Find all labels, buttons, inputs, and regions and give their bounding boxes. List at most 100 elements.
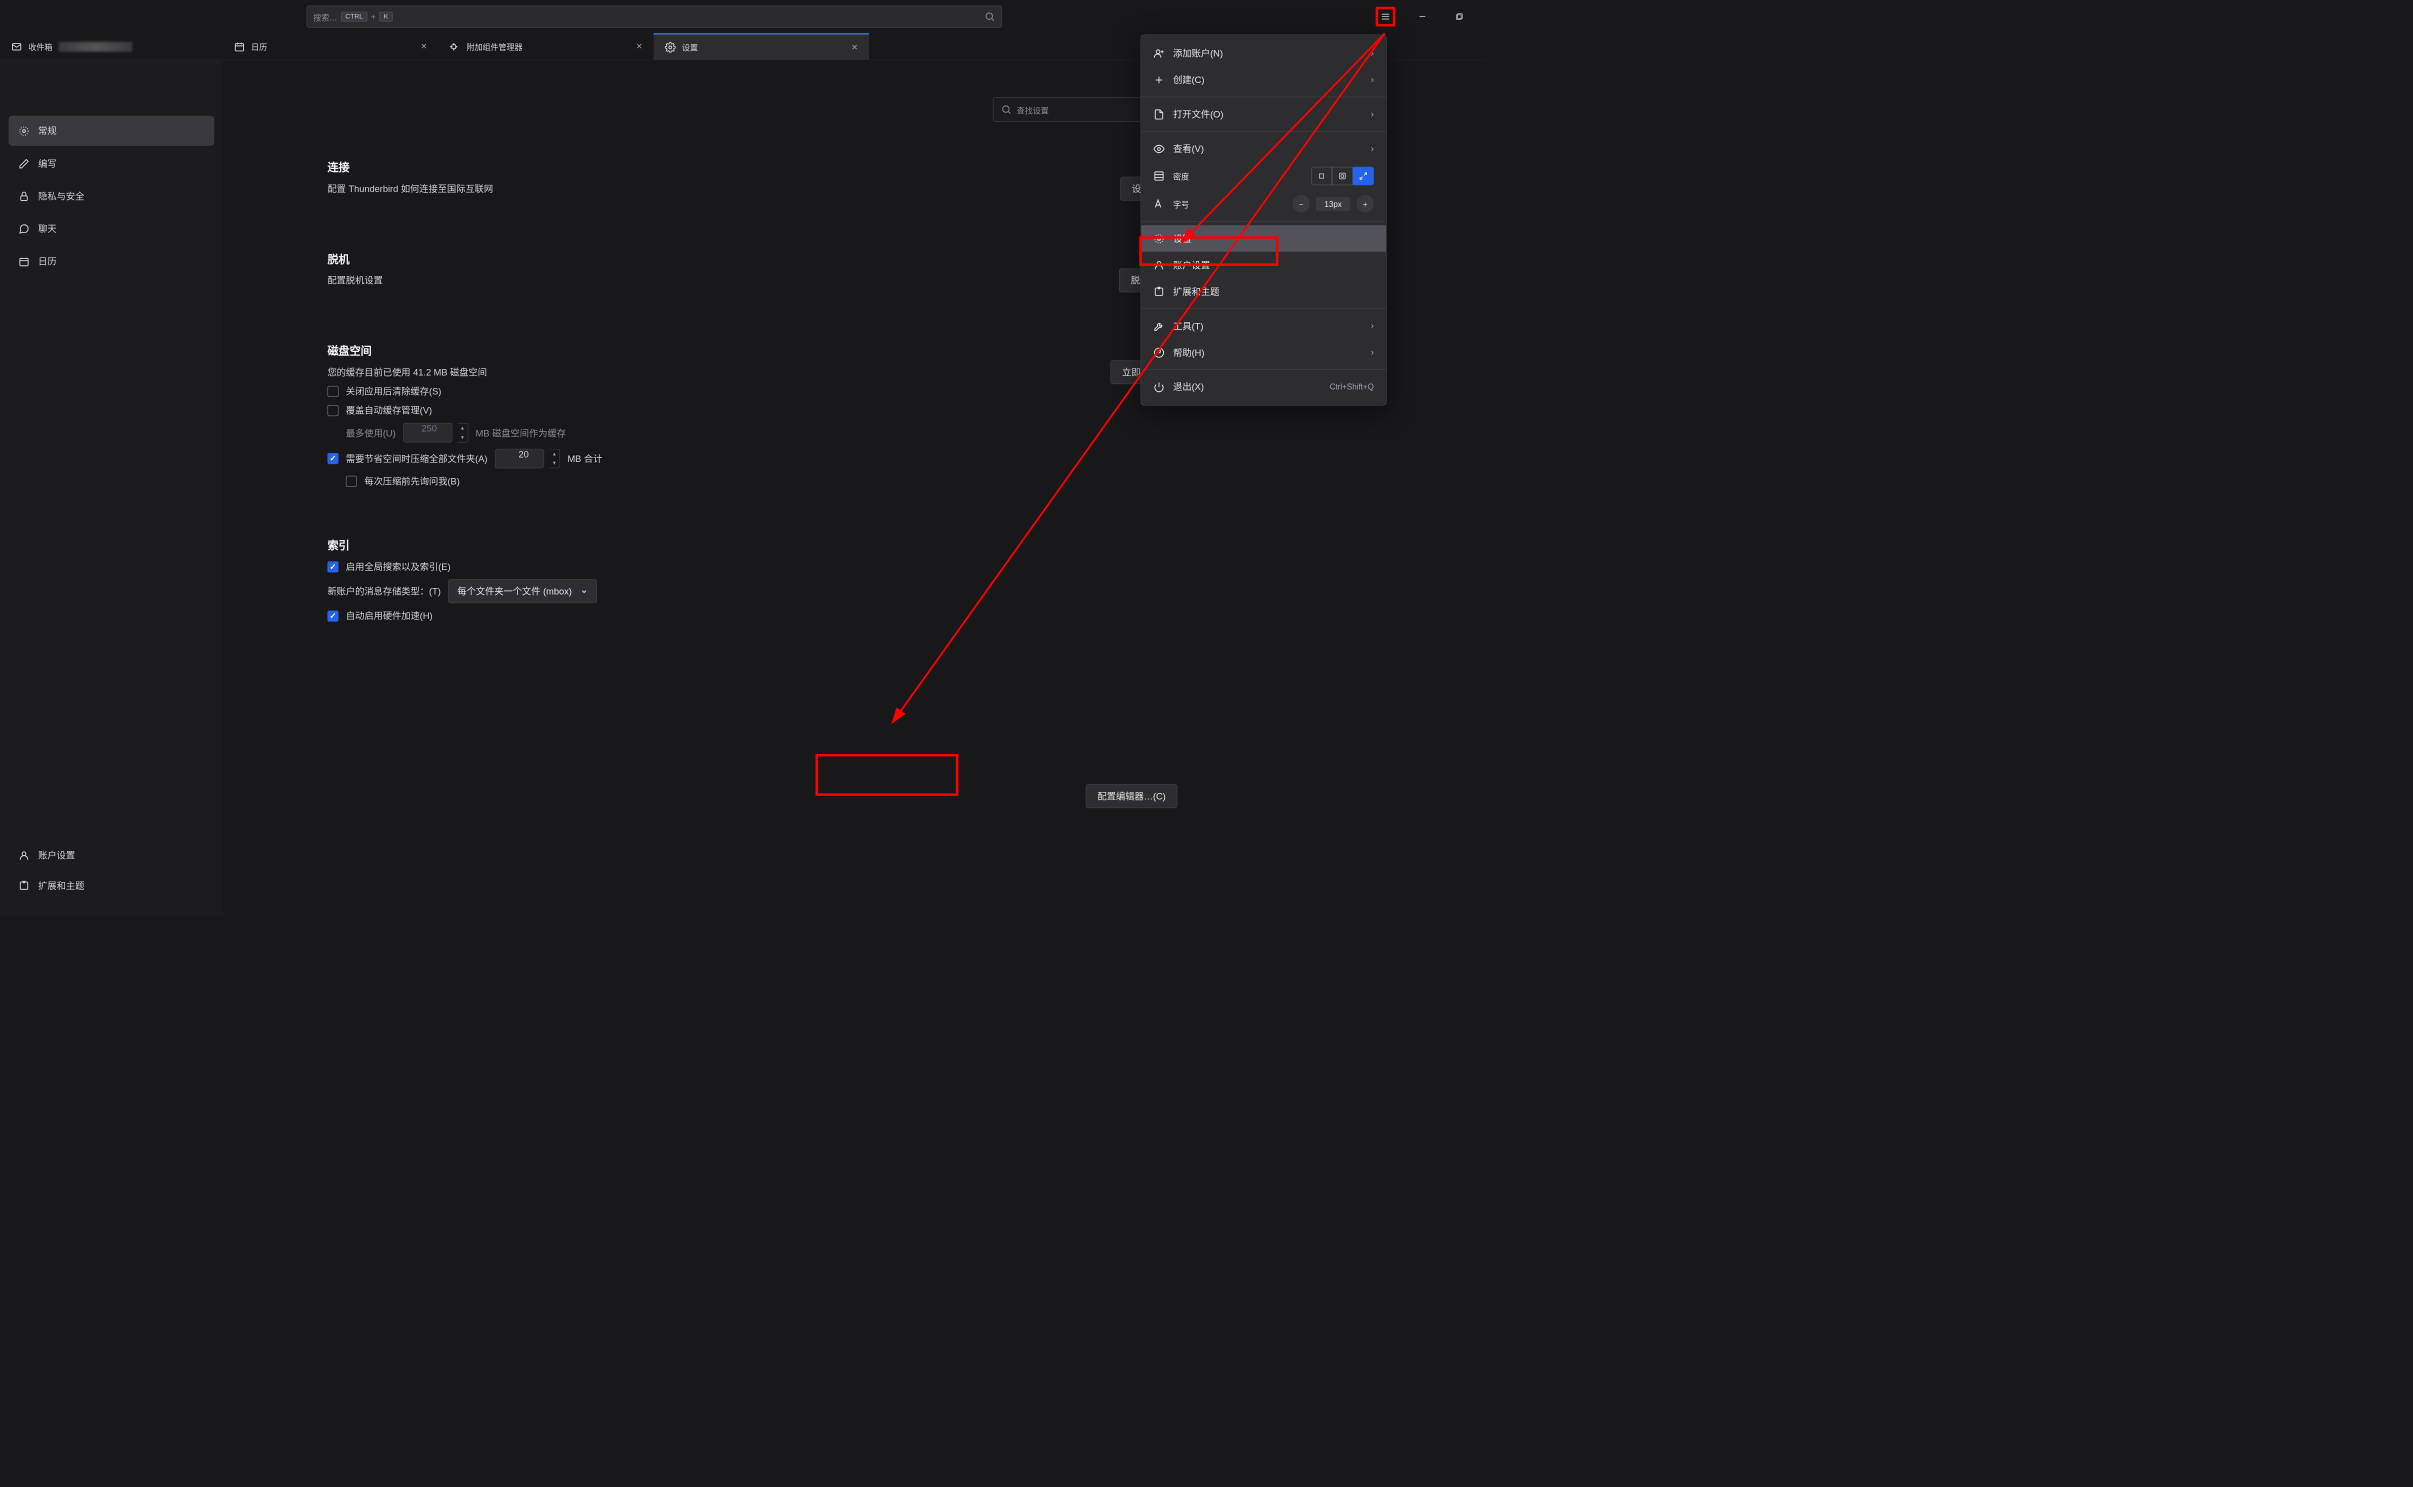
menu-help[interactable]: 帮助(H) › <box>1141 339 1386 365</box>
max-use-spinner[interactable]: ▲▼ <box>457 423 468 443</box>
menu-account-settings[interactable]: 账户设置 <box>1141 252 1386 278</box>
redacted-account <box>58 42 132 52</box>
kbd-ctrl: CTRL <box>341 12 367 22</box>
sidebar-item-label: 账户设置 <box>38 849 75 862</box>
menu-item-label: 创建(C) <box>1173 73 1204 86</box>
density-icon <box>1153 170 1164 181</box>
sidebar-item-extensions[interactable]: 扩展和主题 <box>9 870 215 900</box>
font-size-value: 13px <box>1316 197 1351 211</box>
gear-icon <box>18 125 29 136</box>
account-icon <box>1153 259 1164 270</box>
lock-icon <box>18 190 29 201</box>
sidebar-item-account-settings[interactable]: 账户设置 <box>9 840 215 870</box>
clear-on-close-checkbox[interactable] <box>327 386 338 397</box>
sidebar-item-label: 隐私与安全 <box>38 190 84 203</box>
hw-accel-checkbox[interactable] <box>327 610 338 621</box>
calendar-icon <box>18 256 29 267</box>
title-bar: 搜索… CTRL + K <box>0 0 1485 33</box>
hamburger-menu-button[interactable] <box>1376 7 1396 27</box>
section-index-title: 索引 <box>327 537 1460 553</box>
close-icon[interactable]: ✕ <box>636 42 643 52</box>
tab-inbox-label: 收件箱 <box>28 41 52 53</box>
global-search-checkbox[interactable] <box>327 561 338 572</box>
tab-settings[interactable]: 设置 ✕ <box>654 33 869 59</box>
sidebar-item-label: 编写 <box>38 157 56 170</box>
maximize-button[interactable] <box>1450 7 1470 27</box>
font-decrease-button[interactable]: − <box>1292 195 1309 212</box>
override-auto-label: 覆盖自动缓存管理(V) <box>346 404 432 417</box>
tab-settings-label: 设置 <box>682 41 698 53</box>
chevron-right-icon: › <box>1371 143 1374 153</box>
chevron-right-icon: › <box>1371 48 1374 58</box>
tab-addons-label: 附加组件管理器 <box>467 41 523 53</box>
store-type-select[interactable]: 每个文件夹一个文件 (mbox) <box>448 579 597 603</box>
eye-icon <box>1153 143 1164 154</box>
sidebar-item-chat[interactable]: 聊天 <box>9 214 215 244</box>
minimize-button[interactable] <box>1413 7 1433 27</box>
menu-settings[interactable]: 设置 <box>1141 225 1386 251</box>
ask-before-checkbox[interactable] <box>346 475 357 486</box>
power-icon <box>1153 381 1164 392</box>
menu-item-label: 退出(X) <box>1173 380 1204 393</box>
menu-tools[interactable]: 工具(T) › <box>1141 313 1386 339</box>
store-type-label: 新账户的消息存储类型：(T) <box>327 585 440 598</box>
puzzle-icon <box>18 880 29 891</box>
search-icon <box>1001 104 1012 115</box>
chevron-right-icon: › <box>1371 74 1374 84</box>
menu-font-row: 字号 − 13px + <box>1141 190 1386 217</box>
global-search-input[interactable]: 搜索… CTRL + K <box>307 6 1003 28</box>
menu-item-label: 字号 <box>1173 198 1189 210</box>
sidebar-item-general[interactable]: 常规 <box>9 116 215 146</box>
compact-input[interactable]: 20 <box>495 449 544 469</box>
help-icon <box>1153 347 1164 358</box>
font-increase-button[interactable]: + <box>1357 195 1374 212</box>
override-auto-checkbox[interactable] <box>327 405 338 416</box>
menu-density-row: 密度 <box>1141 162 1386 190</box>
menu-add-account[interactable]: 添加账户(N) › <box>1141 40 1386 66</box>
menu-item-label: 账户设置 <box>1173 259 1210 272</box>
kbd-plus: + <box>371 12 376 21</box>
account-icon <box>18 850 29 861</box>
tab-calendar[interactable]: 日历 ✕ <box>223 33 438 59</box>
sidebar-item-label: 聊天 <box>38 222 56 235</box>
density-relaxed-button[interactable] <box>1353 167 1374 185</box>
ask-before-label: 每次压缩前先询问我(B) <box>364 475 459 488</box>
sidebar-item-label: 常规 <box>38 124 56 137</box>
close-icon[interactable]: ✕ <box>851 42 858 52</box>
chat-icon <box>18 223 29 234</box>
search-placeholder: 搜索… <box>313 11 337 23</box>
compact-checkbox[interactable] <box>327 453 338 464</box>
menu-quit[interactable]: 退出(X) Ctrl+Shift+Q <box>1141 374 1386 400</box>
tab-addons[interactable]: 附加组件管理器 ✕ <box>438 33 653 59</box>
compact-spinner[interactable]: ▲▼ <box>549 449 560 469</box>
sidebar-item-calendar[interactable]: 日历 <box>9 246 215 276</box>
kbd-k: K <box>379 12 392 22</box>
menu-extensions[interactable]: 扩展和主题 <box>1141 278 1386 304</box>
close-icon[interactable]: ✕ <box>420 42 427 52</box>
pencil-icon <box>18 158 29 169</box>
puzzle-icon <box>449 41 460 52</box>
plus-icon <box>1153 74 1164 85</box>
settings-sidebar: 常规 编写 隐私与安全 聊天 日历 账户设置 扩展和主题 <box>0 60 223 915</box>
menu-item-label: 工具(T) <box>1173 319 1203 332</box>
account-plus-icon <box>1153 48 1164 59</box>
max-use-input[interactable]: 250 <box>403 423 452 443</box>
sidebar-item-compose[interactable]: 编写 <box>9 148 215 178</box>
search-icon <box>984 11 995 22</box>
menu-open-file[interactable]: 打开文件(O) › <box>1141 101 1386 127</box>
menu-view[interactable]: 查看(V) › <box>1141 135 1386 161</box>
gear-icon <box>1153 233 1164 244</box>
density-compact-button[interactable] <box>1311 167 1332 185</box>
connection-desc: 配置 Thunderbird 如何连接至国际互联网 <box>327 182 493 195</box>
menu-quit-shortcut: Ctrl+Shift+Q <box>1330 382 1374 391</box>
global-search-label: 启用全局搜索以及索引(E) <box>346 560 451 573</box>
tab-inbox[interactable]: 收件箱 <box>0 33 223 59</box>
wrench-icon <box>1153 320 1164 331</box>
menu-create[interactable]: 创建(C) › <box>1141 66 1386 92</box>
max-use-unit: MB 磁盘空间作为缓存 <box>476 426 566 439</box>
density-default-button[interactable] <box>1332 167 1353 185</box>
app-menu-popup: 添加账户(N) › 创建(C) › 打开文件(O) › 查看(V) › 密度 字… <box>1141 34 1387 405</box>
menu-item-label: 帮助(H) <box>1173 346 1204 359</box>
sidebar-item-privacy[interactable]: 隐私与安全 <box>9 181 215 211</box>
config-editor-button[interactable]: 配置编辑器…(C) <box>1086 784 1178 808</box>
